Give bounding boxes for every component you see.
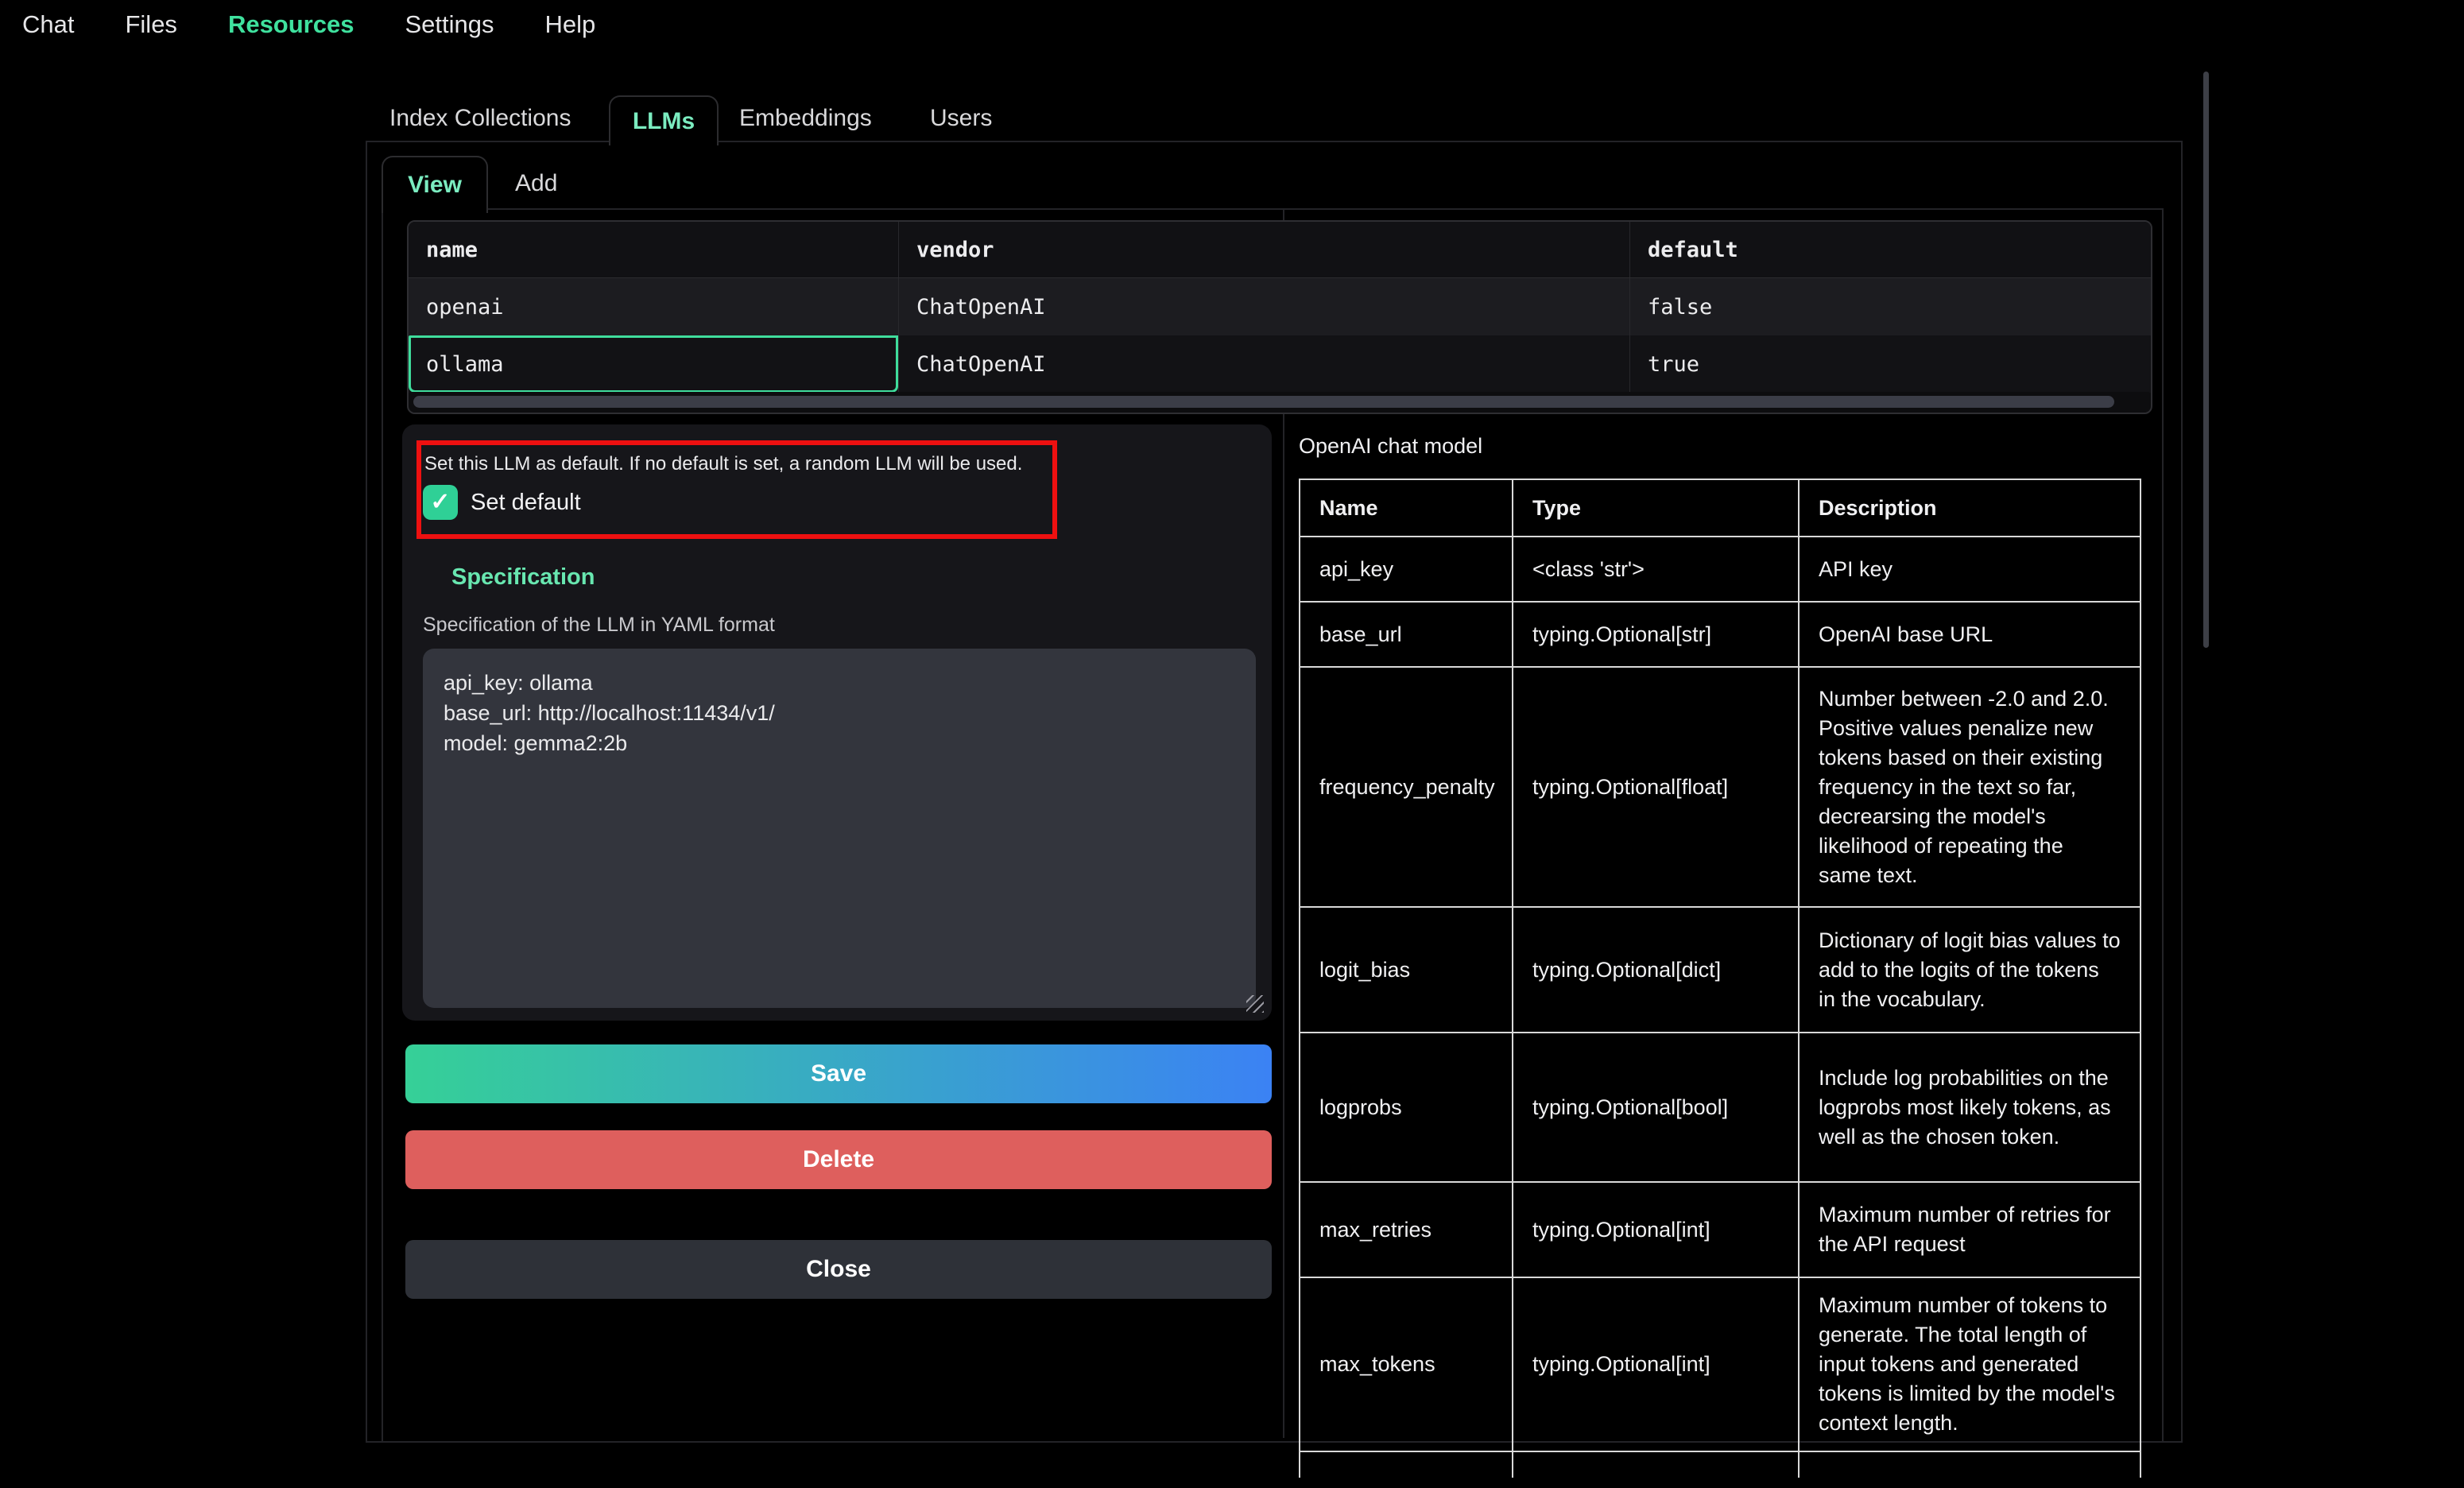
doc-row-logit-bias: logit_bias typing.Optional[dict] Diction… [1300, 908, 2140, 1033]
model-parameters-table: Name Type Description api_key <class 'st… [1299, 479, 2141, 1478]
specification-help-text: Specification of the LLM in YAML format [423, 614, 775, 637]
llm-detail-form: Set this LLM as default. If no default i… [402, 424, 1272, 1021]
cell-vendor[interactable]: ChatOpenAI [898, 278, 1629, 335]
param-type: typing.Optional[dict] [1513, 908, 1800, 1032]
param-description: OpenAI base URL [1800, 603, 2140, 666]
llm-table-header-row: name vendor default [409, 222, 2151, 277]
param-type: typing.Optional[str] [1513, 603, 1800, 666]
cell-vendor[interactable]: ChatOpenAI [898, 335, 1629, 393]
param-type [1513, 1452, 1800, 1478]
param-name: logit_bias [1300, 908, 1513, 1032]
tab-add[interactable]: Add [515, 159, 557, 208]
param-description: Dictionary of logit bias values to add t… [1800, 908, 2140, 1032]
param-type: <class 'str'> [1513, 537, 1800, 601]
llm-list-table: name vendor default openai ChatOpenAI fa… [407, 220, 2152, 414]
param-name: frequency_penalty [1300, 668, 1513, 906]
cell-name[interactable]: ollama [409, 335, 898, 393]
param-name: logprobs [1300, 1033, 1513, 1181]
nav-item-help[interactable]: Help [544, 10, 595, 39]
top-navigation: Chat Files Resources Settings Help [0, 0, 595, 49]
param-name: api_key [1300, 537, 1513, 601]
nav-item-files[interactable]: Files [125, 10, 176, 39]
param-name: base_url [1300, 603, 1513, 666]
doc-row-frequency-penalty: frequency_penalty typing.Optional[float]… [1300, 668, 2140, 908]
param-description: Maximum number of tokens to generate. Th… [1800, 1278, 2140, 1451]
yaml-specification-input[interactable]: api_key: ollama base_url: http://localho… [423, 649, 1256, 1008]
tab-llms[interactable]: LLMs [609, 95, 719, 145]
param-type: typing.Optional[int] [1513, 1183, 1800, 1277]
nav-item-resources[interactable]: Resources [228, 10, 354, 39]
vertical-scrollbar-thumb[interactable] [2203, 72, 2209, 648]
save-button[interactable]: Save [405, 1044, 1272, 1103]
tab-users[interactable]: Users [930, 95, 992, 141]
delete-button[interactable]: Delete [405, 1130, 1272, 1189]
horizontal-scrollbar-track[interactable] [410, 392, 2149, 413]
horizontal-scrollbar-thumb[interactable] [413, 396, 2114, 408]
resize-handle-icon[interactable] [1246, 995, 1264, 1013]
doc-col-header-type: Type [1513, 480, 1800, 536]
llm-col-header-name: name [409, 222, 898, 277]
param-description [1800, 1452, 2140, 1478]
param-name: max_retries [1300, 1183, 1513, 1277]
tab-index-collections[interactable]: Index Collections [389, 95, 571, 141]
specification-heading: Specification [451, 564, 595, 591]
doc-row-logprobs: logprobs typing.Optional[bool] Include l… [1300, 1033, 2140, 1183]
param-name: max_tokens [1300, 1278, 1513, 1451]
cell-default[interactable]: false [1629, 278, 2151, 335]
param-description: Number between -2.0 and 2.0. Positive va… [1800, 668, 2140, 906]
llm-col-header-vendor: vendor [898, 222, 1629, 277]
doc-row-max-tokens: max_tokens typing.Optional[int] Maximum … [1300, 1278, 2140, 1452]
doc-header-row: Name Type Description [1300, 480, 2140, 537]
cell-name[interactable]: openai [409, 278, 898, 335]
llm-col-header-default: default [1629, 222, 2151, 277]
doc-row-max-retries: max_retries typing.Optional[int] Maximum… [1300, 1183, 2140, 1278]
param-type: typing.Optional[float] [1513, 668, 1800, 906]
doc-col-header-name: Name [1300, 480, 1513, 536]
param-description: Include log probabilities on the logprob… [1800, 1033, 2140, 1181]
param-description: API key [1800, 537, 2140, 601]
param-type: typing.Optional[bool] [1513, 1033, 1800, 1181]
nav-item-chat[interactable]: Chat [22, 10, 74, 39]
param-name [1300, 1452, 1513, 1478]
tab-embeddings[interactable]: Embeddings [739, 95, 872, 141]
table-row-openai[interactable]: openai ChatOpenAI false [409, 277, 2151, 335]
doc-col-header-description: Description [1800, 480, 2140, 536]
annotation-red-box [416, 440, 1057, 539]
param-description: Maximum number of retries for the API re… [1800, 1183, 2140, 1277]
close-button[interactable]: Close [405, 1240, 1272, 1299]
nav-item-settings[interactable]: Settings [405, 10, 494, 39]
model-doc-title: OpenAI chat model [1299, 434, 1482, 459]
param-type: typing.Optional[int] [1513, 1278, 1800, 1451]
doc-row-partial [1300, 1452, 2140, 1478]
doc-row-api-key: api_key <class 'str'> API key [1300, 537, 2140, 603]
tab-view[interactable]: View [382, 156, 488, 213]
cell-default[interactable]: true [1629, 335, 2151, 393]
table-row-ollama-selected[interactable]: ollama ChatOpenAI true [409, 335, 2151, 393]
doc-row-base-url: base_url typing.Optional[str] OpenAI bas… [1300, 603, 2140, 668]
